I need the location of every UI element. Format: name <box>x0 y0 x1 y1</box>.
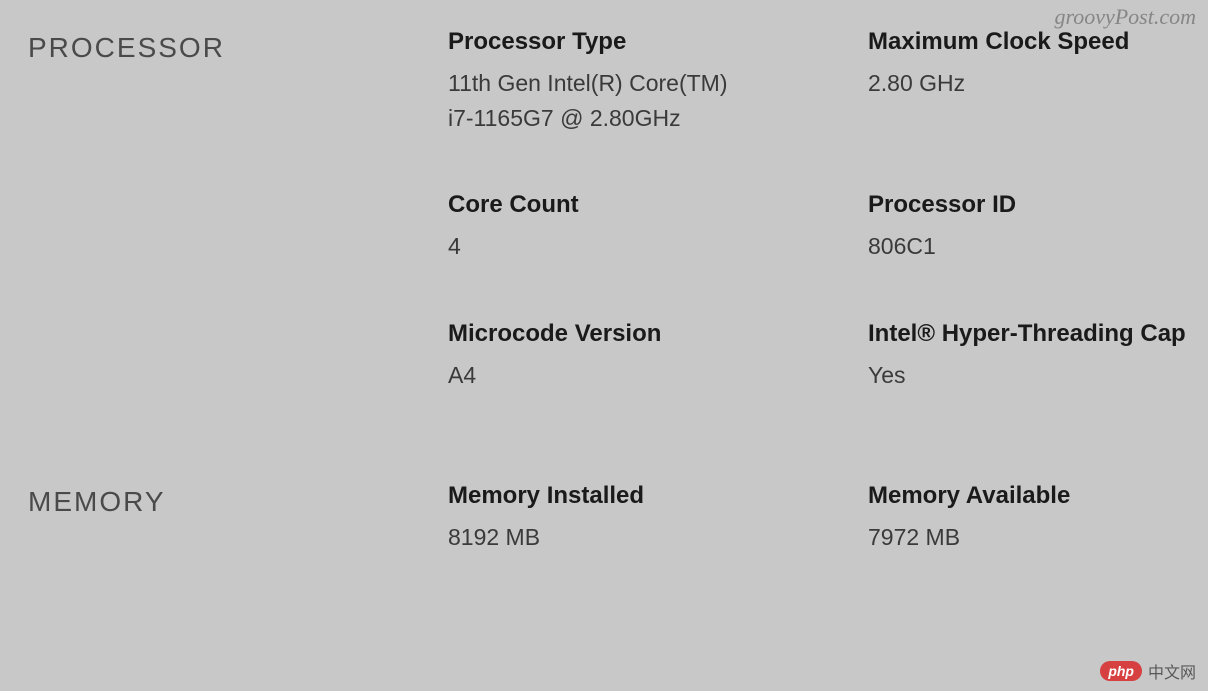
field-label: Memory Installed <box>448 482 868 510</box>
php-badge: php <box>1100 661 1142 681</box>
processor-fields: Processor Type 11th Gen Intel(R) Core(TM… <box>448 28 1188 392</box>
memory-section-header: MEMORY <box>28 482 448 555</box>
field-max-clock-speed: Maximum Clock Speed 2.80 GHz <box>868 28 1188 135</box>
field-label: Intel® Hyper-Threading Cap <box>868 320 1188 348</box>
field-memory-installed: Memory Installed 8192 MB <box>448 482 868 555</box>
field-value: 7972 MB <box>868 520 1188 555</box>
php-badge-text: 中文网 <box>1148 659 1196 683</box>
field-hyper-threading: Intel® Hyper-Threading Cap Yes <box>868 320 1188 393</box>
field-core-count: Core Count 4 <box>448 191 868 264</box>
field-label: Processor Type <box>448 28 868 56</box>
field-microcode-version: Microcode Version A4 <box>448 320 868 393</box>
field-label: Core Count <box>448 191 868 219</box>
field-memory-available: Memory Available 7972 MB <box>868 482 1188 555</box>
field-value: 8192 MB <box>448 520 868 555</box>
field-value: 2.80 GHz <box>868 66 1188 101</box>
memory-section: MEMORY Memory Installed 8192 MB Memory A… <box>28 482 1188 555</box>
system-info-panel: PROCESSOR Processor Type 11th Gen Intel(… <box>0 0 1208 575</box>
watermark-top-right: groovyPost.com <box>1054 4 1196 30</box>
field-label: Memory Available <box>868 482 1188 510</box>
field-value: Yes <box>868 358 1188 393</box>
field-processor-type: Processor Type 11th Gen Intel(R) Core(TM… <box>448 28 868 135</box>
field-label: Microcode Version <box>448 320 868 348</box>
processor-section-header: PROCESSOR <box>28 28 448 392</box>
field-label: Processor ID <box>868 191 1188 219</box>
field-processor-id: Processor ID 806C1 <box>868 191 1188 264</box>
memory-fields: Memory Installed 8192 MB Memory Availabl… <box>448 482 1188 555</box>
field-value: 11th Gen Intel(R) Core(TM) i7-1165G7 @ 2… <box>448 66 868 135</box>
field-value: A4 <box>448 358 868 393</box>
watermark-bottom-right: php 中文网 <box>1100 659 1196 683</box>
field-label: Maximum Clock Speed <box>868 28 1188 56</box>
field-value: 4 <box>448 229 868 264</box>
processor-section: PROCESSOR Processor Type 11th Gen Intel(… <box>28 28 1188 392</box>
field-value: 806C1 <box>868 229 1188 264</box>
